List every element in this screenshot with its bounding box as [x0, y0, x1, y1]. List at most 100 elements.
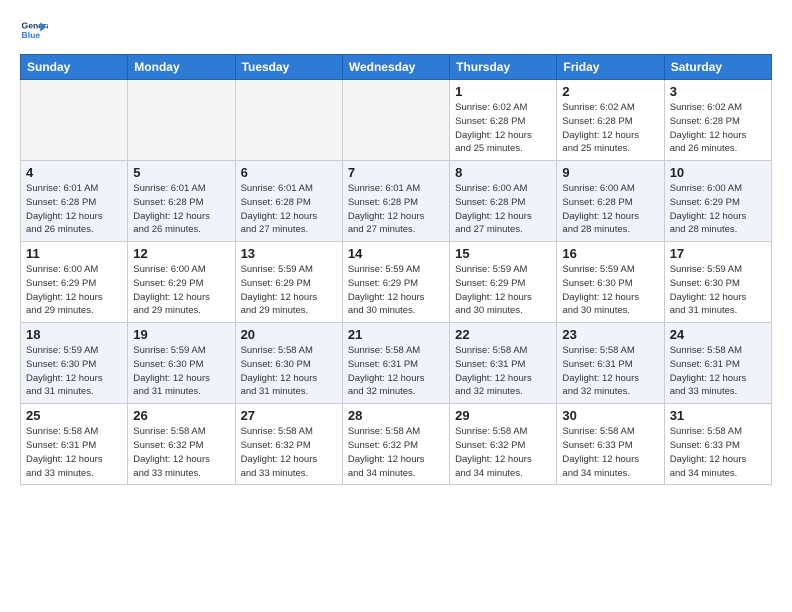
weekday-thursday: Thursday [450, 55, 557, 80]
day-number: 14 [348, 246, 444, 261]
day-info: Sunrise: 6:01 AM Sunset: 6:28 PM Dayligh… [133, 182, 229, 237]
calendar-cell: 3 Sunrise: 6:02 AM Sunset: 6:28 PM Daylig… [664, 80, 771, 161]
calendar-cell: 24 Sunrise: 5:58 AM Sunset: 6:31 PM Dayli… [664, 323, 771, 404]
day-number: 1 [455, 84, 551, 99]
calendar-cell: 6 Sunrise: 6:01 AM Sunset: 6:28 PM Daylig… [235, 161, 342, 242]
day-info: Sunrise: 6:02 AM Sunset: 6:28 PM Dayligh… [670, 101, 766, 156]
page: General Blue SundayMondayTuesdayWednesda… [0, 0, 792, 501]
day-info: Sunrise: 5:59 AM Sunset: 6:30 PM Dayligh… [562, 263, 658, 318]
day-number: 13 [241, 246, 337, 261]
day-number: 12 [133, 246, 229, 261]
day-info: Sunrise: 5:59 AM Sunset: 6:29 PM Dayligh… [348, 263, 444, 318]
day-info: Sunrise: 6:00 AM Sunset: 6:29 PM Dayligh… [670, 182, 766, 237]
day-info: Sunrise: 6:02 AM Sunset: 6:28 PM Dayligh… [455, 101, 551, 156]
day-number: 27 [241, 408, 337, 423]
day-info: Sunrise: 6:00 AM Sunset: 6:28 PM Dayligh… [562, 182, 658, 237]
day-number: 7 [348, 165, 444, 180]
calendar-cell: 28 Sunrise: 5:58 AM Sunset: 6:32 PM Dayli… [342, 404, 449, 485]
day-number: 24 [670, 327, 766, 342]
weekday-sunday: Sunday [21, 55, 128, 80]
calendar-cell [21, 80, 128, 161]
calendar-cell: 17Sunrise: 5:59 AM Sunset: 6:30 PM Dayli… [664, 242, 771, 323]
day-info: Sunrise: 5:58 AM Sunset: 6:32 PM Dayligh… [133, 425, 229, 480]
day-number: 20 [241, 327, 337, 342]
day-info: Sunrise: 6:01 AM Sunset: 6:28 PM Dayligh… [348, 182, 444, 237]
day-number: 2 [562, 84, 658, 99]
day-info: Sunrise: 5:58 AM Sunset: 6:31 PM Dayligh… [348, 344, 444, 399]
weekday-saturday: Saturday [664, 55, 771, 80]
calendar-cell: 21 Sunrise: 5:58 AM Sunset: 6:31 PM Dayli… [342, 323, 449, 404]
calendar-cell: 31Sunrise: 5:58 AM Sunset: 6:33 PM Dayli… [664, 404, 771, 485]
day-number: 8 [455, 165, 551, 180]
day-info: Sunrise: 5:59 AM Sunset: 6:30 PM Dayligh… [133, 344, 229, 399]
day-number: 3 [670, 84, 766, 99]
calendar-cell: 4 Sunrise: 6:01 AM Sunset: 6:28 PM Daylig… [21, 161, 128, 242]
calendar-week-row: 4 Sunrise: 6:01 AM Sunset: 6:28 PM Daylig… [21, 161, 772, 242]
logo-icon: General Blue [20, 16, 48, 44]
weekday-wednesday: Wednesday [342, 55, 449, 80]
calendar-cell: 29 Sunrise: 5:58 AM Sunset: 6:32 PM Dayli… [450, 404, 557, 485]
calendar-week-row: 18 Sunrise: 5:59 AM Sunset: 6:30 PM Dayli… [21, 323, 772, 404]
day-number: 6 [241, 165, 337, 180]
calendar-cell: 27 Sunrise: 5:58 AM Sunset: 6:32 PM Dayli… [235, 404, 342, 485]
day-info: Sunrise: 6:00 AM Sunset: 6:28 PM Dayligh… [455, 182, 551, 237]
calendar-cell: 19 Sunrise: 5:59 AM Sunset: 6:30 PM Dayli… [128, 323, 235, 404]
calendar-cell: 18Sunrise: 5:59 AM Sunset: 6:30 PM Dayli… [21, 323, 128, 404]
day-number: 17 [670, 246, 766, 261]
day-number: 11 [26, 246, 122, 261]
day-info: Sunrise: 5:58 AM Sunset: 6:31 PM Dayligh… [455, 344, 551, 399]
weekday-friday: Friday [557, 55, 664, 80]
day-info: Sunrise: 5:58 AM Sunset: 6:30 PM Dayligh… [241, 344, 337, 399]
day-number: 10 [670, 165, 766, 180]
day-number: 29 [455, 408, 551, 423]
day-info: Sunrise: 6:01 AM Sunset: 6:28 PM Dayligh… [26, 182, 122, 237]
calendar: SundayMondayTuesdayWednesdayThursdayFrid… [20, 54, 772, 485]
day-number: 31 [670, 408, 766, 423]
calendar-week-row: 1 Sunrise: 6:02 AM Sunset: 6:28 PM Daylig… [21, 80, 772, 161]
calendar-cell: 25 Sunrise: 5:58 AM Sunset: 6:31 PM Dayli… [21, 404, 128, 485]
calendar-cell: 30Sunrise: 5:58 AM Sunset: 6:33 PM Dayli… [557, 404, 664, 485]
day-number: 15 [455, 246, 551, 261]
calendar-week-row: 25 Sunrise: 5:58 AM Sunset: 6:31 PM Dayli… [21, 404, 772, 485]
calendar-cell: 16Sunrise: 5:59 AM Sunset: 6:30 PM Dayli… [557, 242, 664, 323]
header: General Blue [20, 16, 772, 44]
day-number: 18 [26, 327, 122, 342]
day-info: Sunrise: 5:58 AM Sunset: 6:32 PM Dayligh… [455, 425, 551, 480]
calendar-cell [128, 80, 235, 161]
day-number: 25 [26, 408, 122, 423]
logo: General Blue [20, 16, 48, 44]
day-info: Sunrise: 5:58 AM Sunset: 6:32 PM Dayligh… [241, 425, 337, 480]
calendar-cell: 15Sunrise: 5:59 AM Sunset: 6:29 PM Dayli… [450, 242, 557, 323]
calendar-cell: 13 Sunrise: 5:59 AM Sunset: 6:29 PM Dayli… [235, 242, 342, 323]
day-number: 4 [26, 165, 122, 180]
day-info: Sunrise: 6:01 AM Sunset: 6:28 PM Dayligh… [241, 182, 337, 237]
calendar-cell: 5 Sunrise: 6:01 AM Sunset: 6:28 PM Daylig… [128, 161, 235, 242]
day-info: Sunrise: 6:00 AM Sunset: 6:29 PM Dayligh… [26, 263, 122, 318]
day-info: Sunrise: 5:58 AM Sunset: 6:31 PM Dayligh… [670, 344, 766, 399]
calendar-cell [235, 80, 342, 161]
day-info: Sunrise: 6:02 AM Sunset: 6:28 PM Dayligh… [562, 101, 658, 156]
calendar-cell: 10 Sunrise: 6:00 AM Sunset: 6:29 PM Dayli… [664, 161, 771, 242]
calendar-cell: 8 Sunrise: 6:00 AM Sunset: 6:28 PM Daylig… [450, 161, 557, 242]
svg-text:Blue: Blue [22, 30, 41, 40]
day-number: 21 [348, 327, 444, 342]
day-info: Sunrise: 5:58 AM Sunset: 6:32 PM Dayligh… [348, 425, 444, 480]
calendar-cell: 20 Sunrise: 5:58 AM Sunset: 6:30 PM Dayli… [235, 323, 342, 404]
day-number: 5 [133, 165, 229, 180]
day-info: Sunrise: 5:58 AM Sunset: 6:33 PM Dayligh… [562, 425, 658, 480]
calendar-cell: 1 Sunrise: 6:02 AM Sunset: 6:28 PM Daylig… [450, 80, 557, 161]
calendar-cell: 12Sunrise: 6:00 AM Sunset: 6:29 PM Dayli… [128, 242, 235, 323]
day-info: Sunrise: 5:59 AM Sunset: 6:29 PM Dayligh… [241, 263, 337, 318]
day-number: 28 [348, 408, 444, 423]
weekday-monday: Monday [128, 55, 235, 80]
calendar-cell: 22Sunrise: 5:58 AM Sunset: 6:31 PM Dayli… [450, 323, 557, 404]
calendar-cell: 7 Sunrise: 6:01 AM Sunset: 6:28 PM Daylig… [342, 161, 449, 242]
calendar-cell [342, 80, 449, 161]
calendar-cell: 14 Sunrise: 5:59 AM Sunset: 6:29 PM Dayli… [342, 242, 449, 323]
day-number: 19 [133, 327, 229, 342]
calendar-week-row: 11 Sunrise: 6:00 AM Sunset: 6:29 PM Dayli… [21, 242, 772, 323]
calendar-cell: 11 Sunrise: 6:00 AM Sunset: 6:29 PM Dayli… [21, 242, 128, 323]
day-info: Sunrise: 5:58 AM Sunset: 6:31 PM Dayligh… [562, 344, 658, 399]
day-info: Sunrise: 5:58 AM Sunset: 6:31 PM Dayligh… [26, 425, 122, 480]
day-number: 26 [133, 408, 229, 423]
